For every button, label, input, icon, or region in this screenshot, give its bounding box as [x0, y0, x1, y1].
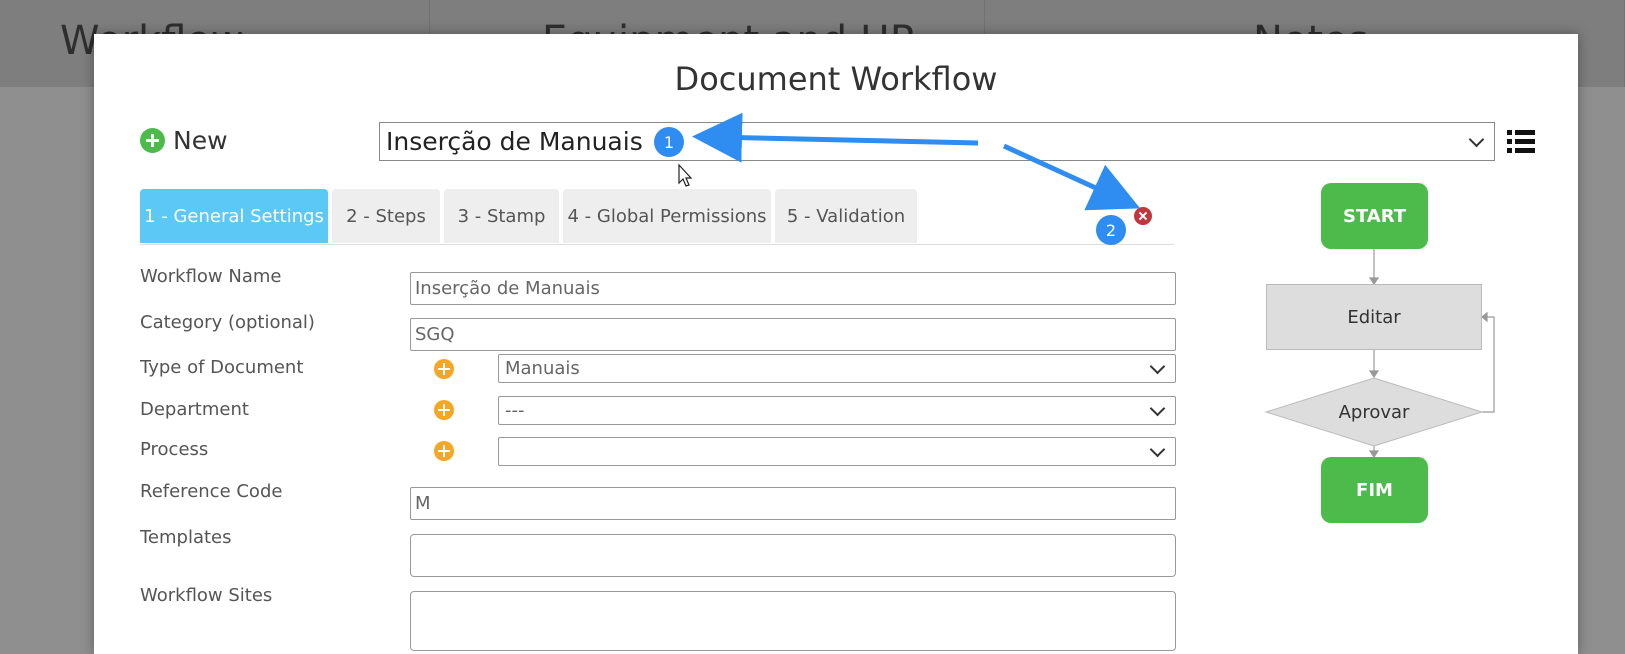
workflow-name-label: Workflow Name — [140, 266, 282, 287]
templates-label: Templates — [140, 527, 232, 548]
flow-decision-node[interactable]: Aprovar — [1266, 378, 1482, 446]
document-workflow-modal: Document Workflow New Inserção de Manuai… — [94, 34, 1578, 654]
chevron-down-icon — [1149, 441, 1166, 457]
reference-code-label: Reference Code — [140, 481, 283, 502]
workflow-sites-label: Workflow Sites — [140, 585, 273, 606]
workflow-name-input[interactable]: Inserção de Manuais — [410, 272, 1176, 305]
workflow-select-value: Inserção de Manuais — [386, 127, 643, 156]
flow-start-node[interactable]: START — [1321, 183, 1428, 249]
tab-label: 4 - Global Permissions — [567, 205, 767, 227]
workflow-sites-input[interactable] — [410, 591, 1176, 651]
add-document-type-icon[interactable] — [434, 359, 454, 379]
annotation-badge-2: 2 — [1096, 215, 1126, 245]
templates-input[interactable] — [410, 534, 1176, 577]
type-of-document-value: Manuais — [505, 358, 580, 379]
chevron-down-icon — [1149, 400, 1166, 416]
tab-steps[interactable]: 2 - Steps — [332, 189, 440, 243]
modal-title: Document Workflow — [674, 60, 998, 98]
tab-validation[interactable]: 5 - Validation — [775, 189, 917, 243]
flow-end-node[interactable]: FIM — [1321, 457, 1428, 523]
category-label: Category (optional) — [140, 312, 315, 333]
process-select[interactable] — [498, 437, 1176, 466]
list-icon[interactable] — [1507, 130, 1535, 154]
add-process-icon[interactable] — [434, 441, 454, 461]
process-label: Process — [140, 439, 209, 460]
tab-label: 1 - General Settings — [144, 205, 324, 227]
tab-label: 5 - Validation — [786, 205, 906, 227]
type-of-document-label: Type of Document — [140, 357, 304, 378]
workflow-select[interactable]: Inserção de Manuais — [379, 122, 1495, 161]
settings-tabs: 1 - General Settings 2 - Steps 3 - Stamp… — [140, 189, 1174, 245]
add-circle-icon — [140, 128, 165, 153]
category-input[interactable]: SGQ — [410, 318, 1176, 351]
annotation-badge-1: 1 — [654, 127, 684, 157]
add-department-icon[interactable] — [434, 400, 454, 420]
flow-step-node[interactable]: Editar — [1266, 284, 1482, 350]
tab-label: 3 - Stamp — [457, 205, 546, 227]
chevron-down-icon — [1149, 358, 1166, 374]
new-label: New — [173, 126, 228, 155]
new-workflow-button[interactable]: New — [140, 126, 228, 155]
tab-label: 2 - Steps — [346, 205, 426, 227]
delete-workflow-icon[interactable] — [1134, 207, 1152, 225]
department-label: Department — [140, 399, 249, 420]
type-of-document-select[interactable]: Manuais — [498, 354, 1176, 383]
chevron-down-icon — [1468, 131, 1485, 147]
tab-global-permissions[interactable]: 4 - Global Permissions — [563, 189, 771, 243]
department-select[interactable]: --- — [498, 396, 1176, 425]
department-value: --- — [505, 400, 525, 421]
tab-general-settings[interactable]: 1 - General Settings — [140, 189, 328, 243]
reference-code-input[interactable]: M — [410, 487, 1176, 520]
tab-stamp[interactable]: 3 - Stamp — [444, 189, 559, 243]
